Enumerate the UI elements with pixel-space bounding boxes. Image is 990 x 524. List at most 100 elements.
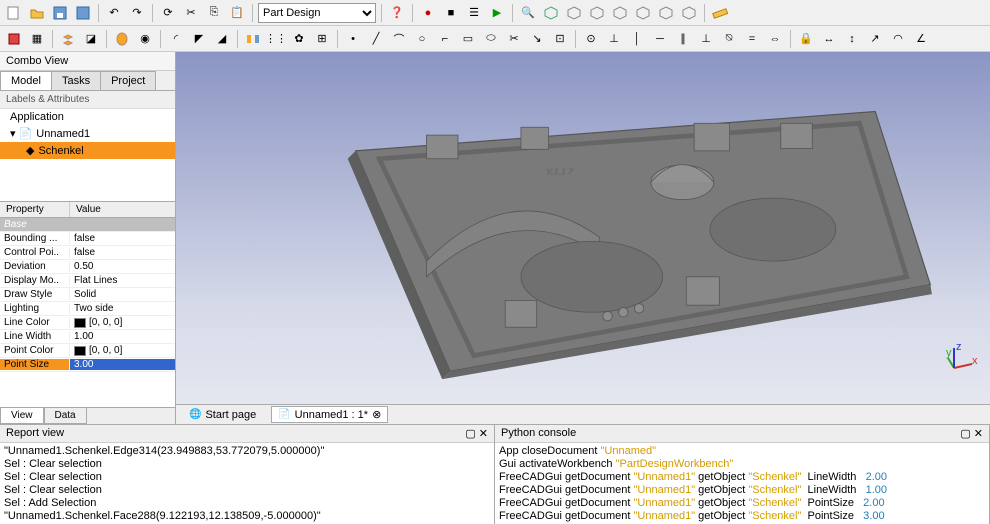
cut-icon[interactable]: ✂ <box>181 3 201 23</box>
saveas-icon[interactable] <box>73 3 93 23</box>
view-fit-icon[interactable]: 🔍 <box>518 3 538 23</box>
paste-icon[interactable]: 📋 <box>227 3 247 23</box>
prop-row[interactable]: Point Size3.00 <box>0 358 175 372</box>
point-icon[interactable]: • <box>343 29 363 49</box>
view-left-icon[interactable] <box>679 3 699 23</box>
radius-icon[interactable]: ◠ <box>888 29 908 49</box>
groove-icon[interactable]: ◉ <box>135 29 155 49</box>
separator <box>252 4 253 22</box>
tangent-icon[interactable]: ⍉ <box>719 29 739 49</box>
revolve-icon[interactable] <box>112 29 132 49</box>
macro-play-icon[interactable]: ▶ <box>487 3 507 23</box>
macro-stop-icon[interactable]: ■ <box>441 3 461 23</box>
distance-h-icon[interactable]: ↔ <box>819 29 839 49</box>
line-icon[interactable]: ╱ <box>366 29 386 49</box>
undo-icon[interactable]: ↶ <box>104 3 124 23</box>
equal-icon[interactable]: = <box>742 29 762 49</box>
pocket-icon[interactable]: ◪ <box>81 29 101 49</box>
workbench-select[interactable]: Part Design <box>258 3 376 23</box>
tab-view[interactable]: View <box>0 408 44 424</box>
tab-model[interactable]: Model <box>0 71 52 90</box>
tab-data[interactable]: Data <box>44 408 87 424</box>
prop-row[interactable]: Control Poi..false <box>0 246 175 260</box>
new-icon[interactable] <box>4 3 24 23</box>
tab-project[interactable]: Project <box>100 71 156 90</box>
copy-icon[interactable]: ⎘ <box>204 3 224 23</box>
construction-icon[interactable]: ⊡ <box>550 29 570 49</box>
toolbar-1: ↶ ↷ ⟳ ✂ ⎘ 📋 Part Design ❓ ● ■ ☰ ▶ 🔍 <box>0 0 990 26</box>
angle-icon[interactable]: ∠ <box>911 29 931 49</box>
arc-icon[interactable]: ⌒ <box>389 29 409 49</box>
horizontal-icon[interactable]: ─ <box>650 29 670 49</box>
view-front-icon[interactable] <box>564 3 584 23</box>
pad-icon[interactable] <box>58 29 78 49</box>
view-rear-icon[interactable] <box>633 3 653 23</box>
parallel-icon[interactable]: ∥ <box>673 29 693 49</box>
svg-text:x: x <box>972 355 978 367</box>
tab-start-page[interactable]: 🌐 Start page <box>182 407 263 423</box>
prop-row[interactable]: Line Color[0, 0, 0] <box>0 316 175 330</box>
linear-pattern-icon[interactable]: ⋮⋮ <box>266 29 286 49</box>
mirror-icon[interactable] <box>243 29 263 49</box>
measure-icon[interactable] <box>710 3 730 23</box>
prop-row[interactable]: Display Mo..Flat Lines <box>0 274 175 288</box>
trim-icon[interactable]: ✂ <box>504 29 524 49</box>
lock-icon[interactable]: 🔒 <box>796 29 816 49</box>
model-tree[interactable]: Application ▾ 📄 Unnamed1 ◆ Schenkel <box>0 109 175 201</box>
chamfer-icon[interactable]: ◤ <box>189 29 209 49</box>
panel-buttons[interactable]: ▢ ✕ <box>465 427 488 440</box>
separator <box>52 30 53 48</box>
panel-buttons[interactable]: ▢ ✕ <box>960 427 983 440</box>
external-icon[interactable]: ↘ <box>527 29 547 49</box>
view-right-icon[interactable] <box>610 3 630 23</box>
report-body[interactable]: "Unnamed1.Schenkel.Edge314(23.949883,53.… <box>0 443 494 524</box>
tab-document[interactable]: 📄 Unnamed1 : 1* ⊗ <box>271 406 388 423</box>
slot-icon[interactable]: ⬭ <box>481 29 501 49</box>
sketch-map-icon[interactable]: ▦ <box>27 29 47 49</box>
prop-row[interactable]: Point Color[0, 0, 0] <box>0 344 175 358</box>
tree-document[interactable]: ▾ 📄 Unnamed1 <box>0 125 175 142</box>
draft-icon[interactable]: ◢ <box>212 29 232 49</box>
3d-canvas[interactable]: V.1.1 7 x y z <box>176 52 990 404</box>
prop-row[interactable]: LightingTwo side <box>0 302 175 316</box>
report-view: Report view▢ ✕ "Unnamed1.Schenkel.Edge31… <box>0 425 495 524</box>
fillet-icon[interactable]: ◜ <box>166 29 186 49</box>
macro-record-icon[interactable]: ● <box>418 3 438 23</box>
svg-text:z: z <box>956 344 962 353</box>
polar-pattern-icon[interactable]: ✿ <box>289 29 309 49</box>
polyline-icon[interactable]: ⌐ <box>435 29 455 49</box>
prop-row[interactable]: Bounding ...false <box>0 232 175 246</box>
vertical-icon[interactable]: │ <box>627 29 647 49</box>
view-bottom-icon[interactable] <box>656 3 676 23</box>
prop-hdr-key: Property <box>0 202 70 217</box>
prop-row[interactable]: Line Width1.00 <box>0 330 175 344</box>
svg-text:y: y <box>946 347 952 359</box>
distance-v-icon[interactable]: ↕ <box>842 29 862 49</box>
view-top-icon[interactable] <box>587 3 607 23</box>
distance-icon[interactable]: ↗ <box>865 29 885 49</box>
tree-application[interactable]: Application <box>0 109 175 125</box>
prop-row[interactable]: Deviation0.50 <box>0 260 175 274</box>
tab-tasks[interactable]: Tasks <box>51 71 101 90</box>
redo-icon[interactable]: ↷ <box>127 3 147 23</box>
rect-icon[interactable]: ▭ <box>458 29 478 49</box>
view-iso-icon[interactable] <box>541 3 561 23</box>
point-on-icon[interactable]: ⊥ <box>604 29 624 49</box>
open-icon[interactable] <box>27 3 47 23</box>
perpendicular-icon[interactable]: ⊥ <box>696 29 716 49</box>
multi-transform-icon[interactable]: ⊞ <box>312 29 332 49</box>
symmetric-icon[interactable]: ⇔ <box>765 29 785 49</box>
macro-list-icon[interactable]: ☰ <box>464 3 484 23</box>
close-tab-icon[interactable]: ⊗ <box>372 408 381 421</box>
separator <box>790 30 791 48</box>
property-list: Base Bounding ...falseControl Poi..false… <box>0 218 175 407</box>
python-body[interactable]: App closeDocument "Unnamed"Gui activateW… <box>495 443 989 524</box>
refresh-icon[interactable]: ⟳ <box>158 3 178 23</box>
tree-item-schenkel[interactable]: ◆ Schenkel <box>0 142 175 159</box>
save-icon[interactable] <box>50 3 70 23</box>
whatsthis-icon[interactable]: ❓ <box>387 3 407 23</box>
circle-icon[interactable]: ○ <box>412 29 432 49</box>
coincident-icon[interactable]: ⊙ <box>581 29 601 49</box>
prop-row[interactable]: Draw StyleSolid <box>0 288 175 302</box>
sketch-icon[interactable] <box>4 29 24 49</box>
